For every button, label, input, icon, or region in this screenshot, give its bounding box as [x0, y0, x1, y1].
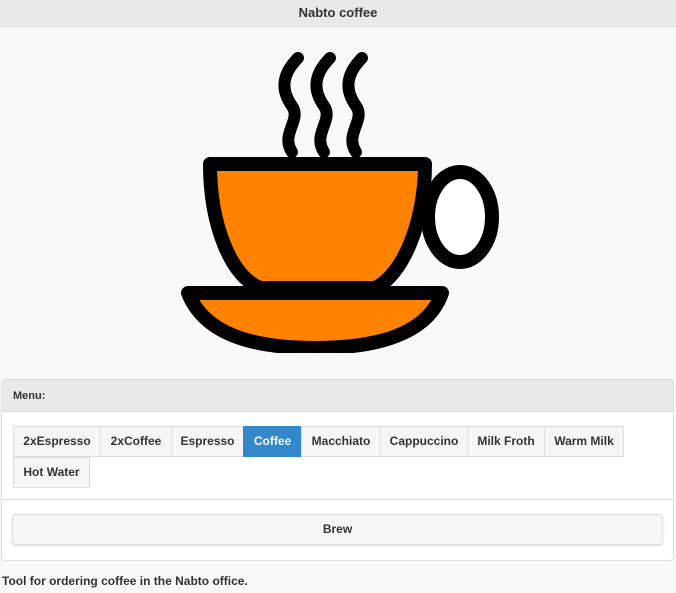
menu-panel: Menu: 2xEspresso 2xCoffee Espresso Coffe… [1, 379, 674, 561]
option-macchiato[interactable]: Macchiato [301, 426, 381, 457]
option-espresso[interactable]: Espresso [171, 426, 244, 457]
app-header: Nabto coffee [0, 0, 676, 27]
saucer [181, 286, 449, 353]
hero-area [0, 28, 676, 378]
option-hot-water[interactable]: Hot Water [13, 457, 90, 488]
menu-options: 2xEspresso 2xCoffee Espresso Coffee Macc… [2, 412, 673, 500]
option-2xespresso[interactable]: 2xEspresso [13, 426, 101, 457]
brew-area: Brew [2, 500, 673, 559]
brew-button[interactable]: Brew [12, 514, 663, 545]
menu-header: Menu: [2, 380, 673, 412]
cup-body [203, 157, 432, 295]
option-warm-milk[interactable]: Warm Milk [544, 426, 624, 457]
coffee-cup-icon [181, 52, 499, 353]
option-milk-froth[interactable]: Milk Froth [467, 426, 545, 457]
app-title: Nabto coffee [298, 5, 378, 20]
steam-right [342, 52, 368, 158]
footer-text: Tool for ordering coffee in the Nabto of… [2, 574, 248, 588]
cup-handle [421, 165, 499, 269]
steam-left [278, 52, 304, 158]
option-cappuccino[interactable]: Cappuccino [380, 426, 468, 457]
menu-title: Menu: [13, 390, 46, 402]
option-coffee[interactable]: Coffee [243, 426, 302, 457]
steam-middle [310, 52, 336, 158]
option-2xcoffee[interactable]: 2xCoffee [100, 426, 172, 457]
